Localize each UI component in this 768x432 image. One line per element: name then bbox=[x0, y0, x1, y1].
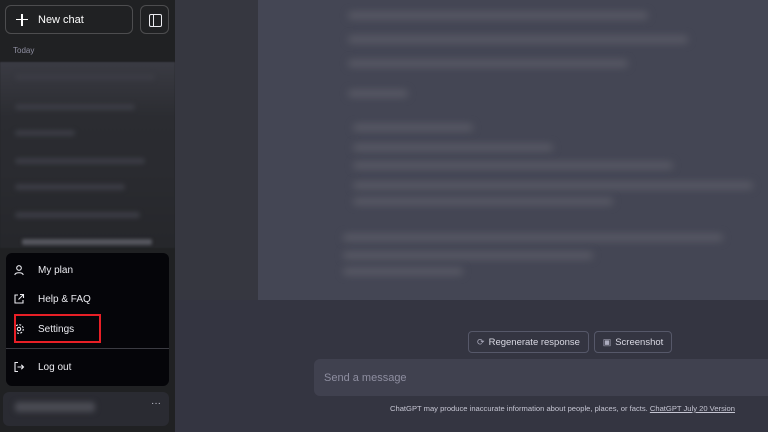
plus-icon bbox=[15, 13, 29, 27]
menu-item-help-faq[interactable]: Help & FAQ bbox=[6, 287, 169, 311]
new-chat-label: New chat bbox=[38, 13, 84, 26]
version-link[interactable]: ChatGPT July 20 Version bbox=[650, 404, 735, 413]
refresh-icon: ⟳ bbox=[477, 336, 485, 347]
menu-item-label: Help & FAQ bbox=[38, 293, 91, 305]
toggle-sidebar-button[interactable] bbox=[140, 5, 169, 34]
user-icon bbox=[13, 264, 25, 276]
menu-divider bbox=[6, 348, 169, 349]
menu-item-label: Log out bbox=[38, 361, 72, 373]
settings-highlight-annotation bbox=[14, 314, 101, 343]
screenshot-button[interactable]: ▣ Screenshot bbox=[594, 331, 672, 353]
screenshot-label: Screenshot bbox=[615, 336, 664, 348]
camera-icon: ▣ bbox=[602, 336, 612, 347]
user-name bbox=[15, 402, 95, 412]
section-today-label: Today bbox=[13, 46, 35, 55]
regenerate-label: Regenerate response bbox=[488, 336, 580, 348]
regenerate-response-button[interactable]: ⟳ Regenerate response bbox=[468, 331, 589, 353]
logout-icon bbox=[13, 361, 25, 373]
new-chat-button[interactable]: New chat bbox=[5, 5, 133, 34]
sidebar: New chat Today My plan Help & FAQ Settin… bbox=[0, 0, 175, 432]
more-options-icon[interactable]: ··· bbox=[151, 398, 161, 409]
chat-history-list bbox=[0, 62, 175, 248]
main-margin bbox=[175, 0, 258, 300]
menu-item-label: My plan bbox=[38, 264, 74, 276]
conversation-area bbox=[258, 0, 768, 300]
menu-item-log-out[interactable]: Log out bbox=[6, 355, 169, 379]
disclaimer-footer: ChatGPT may produce inaccurate informati… bbox=[390, 404, 735, 413]
disclaimer-text: ChatGPT may produce inaccurate informati… bbox=[390, 404, 650, 413]
external-link-icon bbox=[13, 293, 25, 305]
chat-history-item[interactable] bbox=[22, 239, 152, 245]
sidebar-toggle-icon bbox=[149, 14, 162, 27]
message-input[interactable] bbox=[314, 359, 768, 396]
menu-item-my-plan[interactable]: My plan bbox=[6, 258, 169, 282]
user-account-button[interactable]: ··· bbox=[3, 392, 169, 426]
